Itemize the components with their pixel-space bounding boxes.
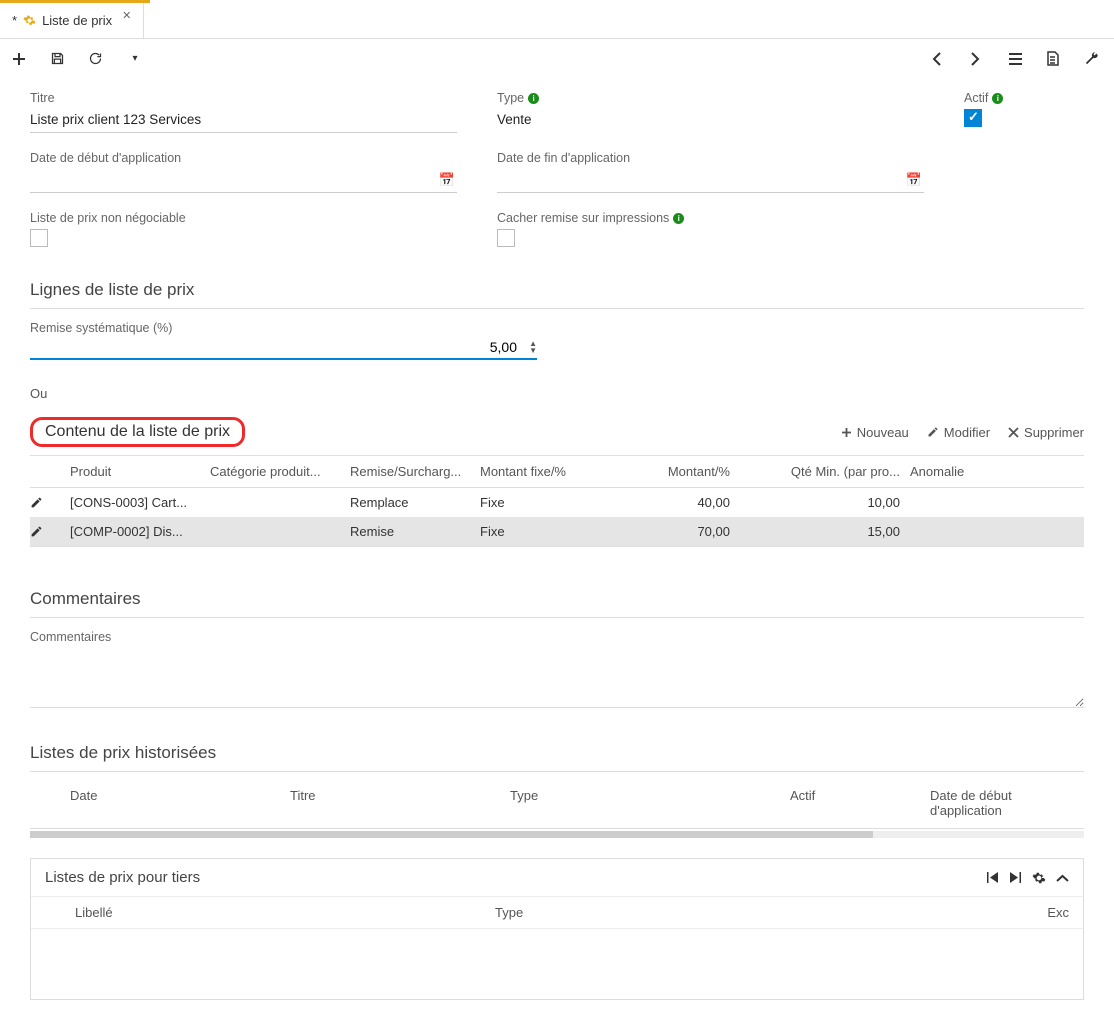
tab-dirty-marker: * — [12, 13, 17, 28]
col-montfix[interactable]: Montant fixe/% — [480, 464, 610, 479]
tiers-col-exc[interactable]: Exc — [1029, 905, 1069, 920]
list-view-button[interactable] — [1008, 52, 1026, 65]
dropdown-caret[interactable]: ▾ — [126, 53, 144, 64]
remise-systematique-input[interactable] — [30, 339, 537, 355]
cell-montfix: Fixe — [480, 524, 610, 539]
col-montant[interactable]: Montant/% — [610, 464, 760, 479]
col-qte[interactable]: Qté Min. (par pro... — [760, 464, 910, 479]
edit-row-icon[interactable] — [30, 496, 70, 509]
document-button[interactable] — [1046, 51, 1064, 66]
tab-title: Liste de prix — [42, 13, 112, 28]
col-remise[interactable]: Remise/Surcharg... — [350, 464, 480, 479]
cell-remise: Remise — [350, 524, 480, 539]
cell-qte: 15,00 — [760, 524, 910, 539]
gear-icon[interactable] — [1032, 871, 1046, 885]
ou-separator: Ou — [30, 386, 1084, 401]
col-categorie[interactable]: Catégorie produit... — [210, 464, 350, 479]
tiers-panel: Listes de prix pour tiers Libellé Type E… — [30, 858, 1084, 1000]
hist-col-titre[interactable]: Titre — [290, 788, 510, 818]
lignes-section-title: Lignes de liste de prix — [30, 268, 1084, 309]
actif-label: Actifi — [964, 91, 1084, 105]
calendar-icon[interactable]: 📅 — [906, 172, 922, 188]
tiers-col-libelle[interactable]: Libellé — [75, 905, 495, 920]
date-fin-label: Date de fin d'application — [497, 151, 924, 165]
cell-remise: Remplace — [350, 495, 480, 510]
date-debut-label: Date de début d'application — [30, 151, 457, 165]
non-negociable-label: Liste de prix non négociable — [30, 211, 457, 225]
supprimer-button[interactable]: Supprimer — [1008, 425, 1084, 440]
hist-col-date[interactable]: Date — [70, 788, 290, 818]
toolbar: ▾ — [0, 39, 1114, 79]
non-negociable-checkbox[interactable] — [30, 229, 48, 247]
info-icon: i — [673, 213, 684, 224]
edit-row-icon[interactable] — [30, 525, 70, 538]
chevron-up-icon[interactable] — [1056, 874, 1069, 882]
close-icon[interactable]: ✕ — [122, 9, 131, 22]
cacher-remise-checkbox[interactable] — [497, 229, 515, 247]
hist-col-type[interactable]: Type — [510, 788, 790, 818]
tiers-title: Listes de prix pour tiers — [45, 869, 200, 886]
tiers-col-type[interactable]: Type — [495, 905, 1029, 920]
gear-icon — [23, 14, 36, 27]
tab-bar: * Liste de prix ✕ — [0, 3, 1114, 39]
type-value: Vente — [497, 109, 924, 133]
titre-label: Titre — [30, 91, 457, 105]
contenu-grid: Produit Catégorie produit... Remise/Surc… — [30, 455, 1084, 547]
cell-montant: 70,00 — [610, 524, 760, 539]
commentaires-title: Commentaires — [30, 577, 1084, 618]
skip-back-icon[interactable] — [986, 871, 999, 884]
hist-col-actif[interactable]: Actif — [790, 788, 930, 818]
calendar-icon[interactable]: 📅 — [439, 172, 455, 188]
contenu-title: Contenu de la liste de prix — [30, 417, 245, 447]
date-fin-input[interactable]: 📅 — [497, 169, 924, 193]
cell-montfix: Fixe — [480, 495, 610, 510]
prev-button[interactable] — [932, 52, 950, 66]
number-spinner[interactable]: ▲▼ — [529, 340, 537, 354]
info-icon: i — [992, 93, 1003, 104]
type-label: Typei — [497, 91, 924, 105]
wrench-icon[interactable] — [1084, 51, 1102, 66]
hist-col-debut[interactable]: Date de début d'application — [930, 788, 1084, 818]
table-row[interactable]: [CONS-0003] Cart... RemplaceFixe40,0010,0… — [30, 488, 1084, 517]
save-button[interactable] — [50, 51, 68, 66]
remise-systematique-label: Remise systématique (%) — [30, 321, 537, 335]
actif-checkbox[interactable] — [964, 109, 982, 127]
modifier-button[interactable]: Modifier — [927, 425, 990, 440]
commentaires-label: Commentaires — [30, 630, 1084, 644]
commentaires-input[interactable] — [30, 648, 1084, 708]
nouveau-button[interactable]: Nouveau — [841, 425, 909, 440]
cell-montant: 40,00 — [610, 495, 760, 510]
add-button[interactable] — [12, 52, 30, 66]
cell-produit: [COMP-0002] Dis... — [70, 524, 210, 539]
next-button[interactable] — [970, 52, 988, 66]
refresh-button[interactable] — [88, 51, 106, 66]
cacher-remise-label: Cacher remise sur impressionsi — [497, 211, 924, 225]
cell-produit: [CONS-0003] Cart... — [70, 495, 210, 510]
skip-forward-icon[interactable] — [1009, 871, 1022, 884]
info-icon: i — [528, 93, 539, 104]
tab-liste-de-prix[interactable]: * Liste de prix ✕ — [0, 3, 144, 38]
titre-input[interactable]: Liste prix client 123 Services — [30, 109, 457, 133]
cell-qte: 10,00 — [760, 495, 910, 510]
table-row[interactable]: [COMP-0002] Dis... RemiseFixe70,0015,00 — [30, 517, 1084, 546]
col-anomalie[interactable]: Anomalie — [910, 464, 1084, 479]
historisees-title: Listes de prix historisées — [30, 731, 1084, 772]
col-produit[interactable]: Produit — [70, 464, 210, 479]
scrollbar[interactable] — [30, 831, 1084, 838]
date-debut-input[interactable]: 📅 — [30, 169, 457, 193]
